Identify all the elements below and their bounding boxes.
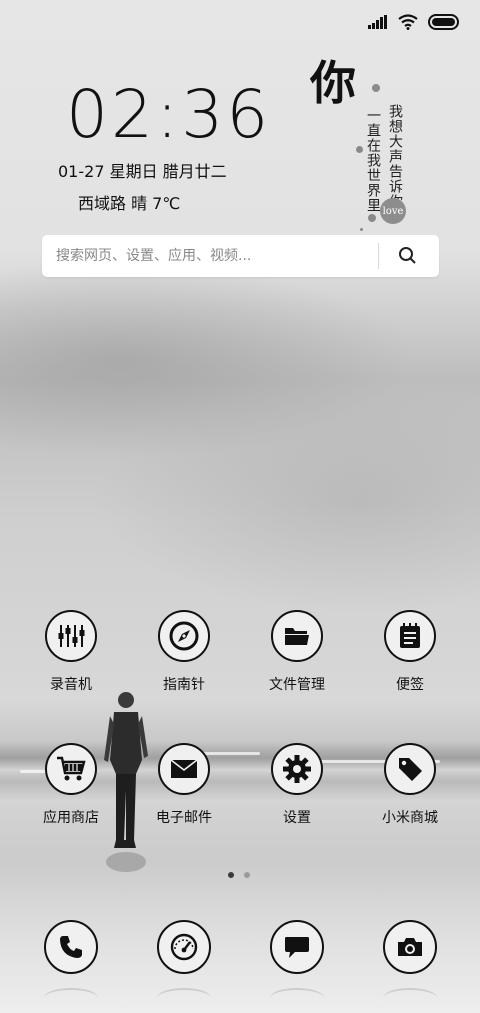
search-button[interactable] bbox=[392, 241, 424, 271]
app-label: 应用商店 bbox=[43, 810, 99, 826]
app-email[interactable]: 电子邮件 bbox=[134, 743, 234, 827]
camera-icon bbox=[383, 920, 437, 974]
app-compass[interactable]: 指南针 bbox=[134, 610, 234, 694]
dock-reflection bbox=[157, 988, 211, 1008]
search-divider bbox=[378, 243, 379, 269]
dock-messages[interactable] bbox=[247, 920, 347, 974]
poem-dot bbox=[360, 228, 363, 231]
dock-reflection bbox=[270, 988, 324, 1008]
status-bar bbox=[368, 14, 460, 30]
dock-reflection bbox=[383, 988, 437, 1008]
app-label: 设置 bbox=[283, 810, 311, 826]
app-label: 电子邮件 bbox=[156, 810, 212, 826]
phone-icon bbox=[44, 920, 98, 974]
folder-icon bbox=[271, 610, 323, 662]
poem-line-2: 一直在我世界里 bbox=[365, 108, 381, 213]
browser-icon bbox=[157, 920, 211, 974]
app-settings[interactable]: 设置 bbox=[247, 743, 347, 827]
compass-icon bbox=[158, 610, 210, 662]
dock-browser[interactable] bbox=[134, 920, 234, 974]
poem-big-char: 你 bbox=[310, 56, 356, 110]
app-label: 便签 bbox=[396, 677, 424, 693]
envelope-icon bbox=[158, 743, 210, 795]
page-indicator[interactable] bbox=[228, 872, 250, 878]
app-notes[interactable]: 便签 bbox=[360, 610, 460, 694]
weather-info[interactable]: 西域路 晴 7℃ bbox=[78, 190, 180, 214]
dock-camera[interactable] bbox=[360, 920, 460, 974]
app-label: 录音机 bbox=[50, 677, 92, 693]
gear-icon bbox=[271, 743, 323, 795]
poem-dot bbox=[372, 84, 380, 92]
dock-reflection bbox=[44, 988, 98, 1008]
search-input[interactable] bbox=[56, 235, 376, 277]
app-label: 指南针 bbox=[163, 677, 205, 693]
dock-phone[interactable] bbox=[21, 920, 121, 974]
app-label: 小米商城 bbox=[382, 810, 438, 826]
love-badge: love bbox=[380, 198, 406, 224]
clock-date: 01-27 星期日 腊月廿二 bbox=[58, 162, 227, 181]
recorder-icon bbox=[45, 610, 97, 662]
poem-line-1: 我想大声告诉你 bbox=[387, 104, 403, 209]
signal-icon bbox=[368, 15, 387, 29]
page-dot-active[interactable] bbox=[228, 872, 234, 878]
search-icon bbox=[399, 247, 416, 264]
app-store[interactable]: 应用商店 bbox=[21, 743, 121, 827]
page-dot[interactable] bbox=[244, 872, 250, 878]
app-mi-store[interactable]: 小米商城 bbox=[360, 743, 460, 827]
price-tag-icon bbox=[384, 743, 436, 795]
clock-time[interactable]: 02:36 bbox=[66, 82, 271, 148]
notepad-icon bbox=[384, 610, 436, 662]
app-recorder[interactable]: 录音机 bbox=[21, 610, 121, 694]
shopping-cart-icon bbox=[45, 743, 97, 795]
poem-dot bbox=[356, 146, 363, 153]
battery-icon bbox=[428, 14, 459, 30]
message-icon bbox=[270, 920, 324, 974]
search-bar[interactable] bbox=[42, 235, 439, 277]
app-file-manager[interactable]: 文件管理 bbox=[247, 610, 347, 694]
poem-dot bbox=[368, 214, 376, 222]
app-label: 文件管理 bbox=[269, 677, 325, 693]
wifi-icon bbox=[398, 14, 418, 30]
